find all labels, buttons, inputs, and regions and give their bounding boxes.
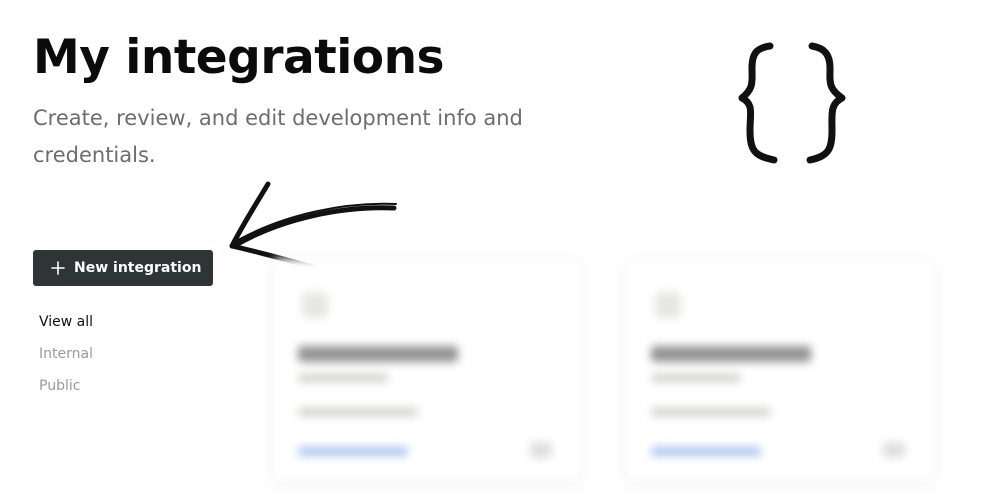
- integration-meta-placeholder: [651, 374, 741, 382]
- integration-icon: [655, 292, 681, 318]
- integration-icon: [302, 292, 328, 318]
- integration-meta-placeholder: [651, 408, 771, 416]
- integration-meta-placeholder: [298, 374, 388, 382]
- curly-braces-icon: [738, 42, 846, 164]
- integration-card-placeholder: [272, 258, 582, 483]
- filter-public[interactable]: Public: [39, 378, 93, 394]
- integration-meta-placeholder: [298, 408, 418, 416]
- page-title: My integrations: [33, 30, 445, 85]
- filter-internal[interactable]: Internal: [39, 346, 93, 362]
- more-options-icon: [530, 442, 552, 458]
- integration-name-placeholder: [298, 346, 458, 362]
- filter-nav: View all Internal Public: [39, 314, 93, 410]
- filter-view-all[interactable]: View all: [39, 314, 93, 330]
- integration-link-placeholder: [651, 447, 761, 456]
- new-integration-button[interactable]: New integration: [33, 250, 213, 286]
- integrations-page: My integrations Create, review, and edit…: [0, 0, 983, 502]
- new-integration-label: New integration: [74, 260, 202, 276]
- integration-name-placeholder: [651, 346, 811, 362]
- integration-link-placeholder: [298, 447, 408, 456]
- page-subtitle: Create, review, and edit development inf…: [33, 106, 523, 167]
- integration-card-placeholder: [625, 258, 935, 483]
- plus-icon: [51, 261, 65, 275]
- more-options-icon: [883, 442, 905, 458]
